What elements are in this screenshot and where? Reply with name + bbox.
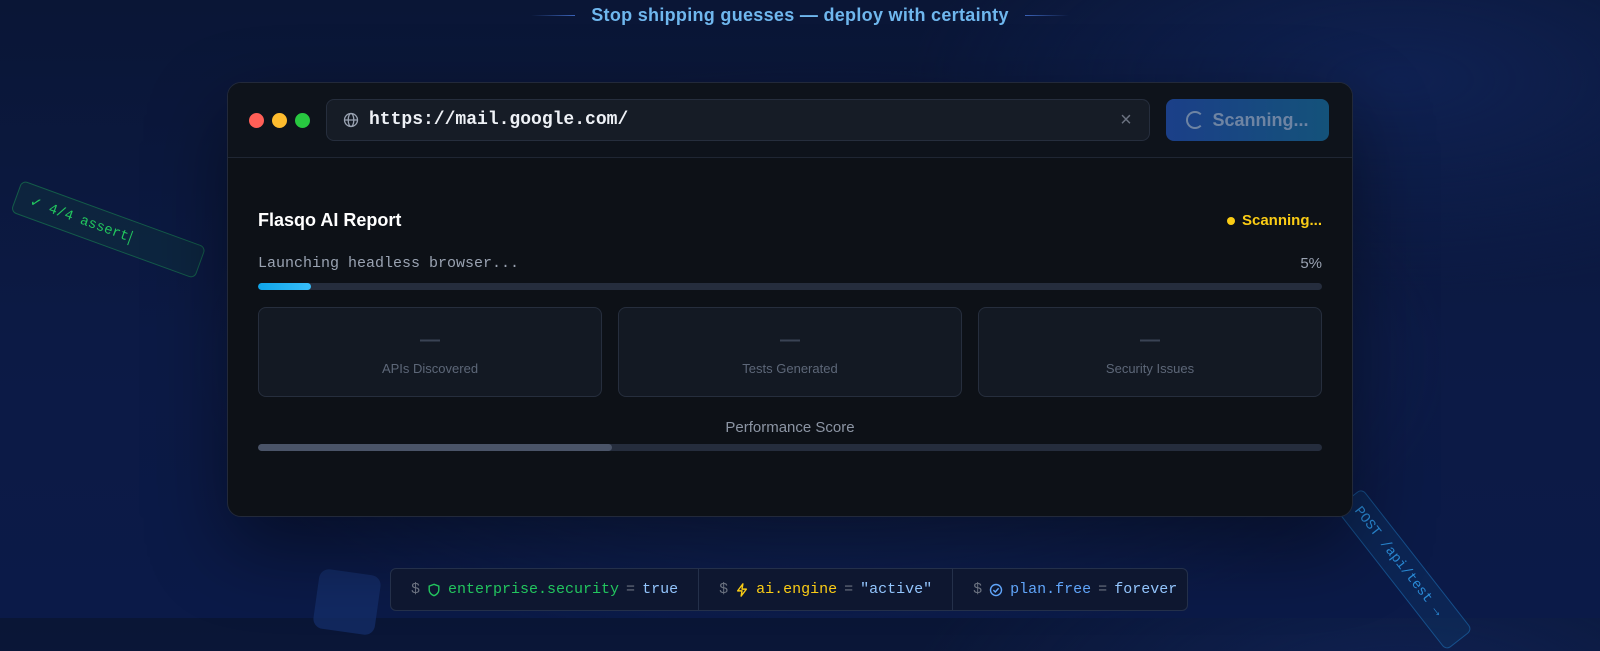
status-label: Scanning... <box>1241 212 1322 229</box>
url-input[interactable]: https://mail.google.com/ × <box>326 99 1150 141</box>
tagline-rule-right <box>1024 15 1069 16</box>
config-value: forever <box>1114 581 1178 598</box>
check-circle-icon <box>989 583 1003 596</box>
progress-message: Launching headless browser... <box>258 255 520 272</box>
lightning-icon <box>737 582 748 597</box>
stat-label: Security Issues <box>1105 360 1195 376</box>
status-badge: Scanning... <box>1226 212 1322 229</box>
clear-url-icon[interactable]: × <box>1117 110 1135 130</box>
assert-chip: ✓ 4/4 assert <box>10 180 207 279</box>
scan-button-label: Scanning... <box>1212 109 1309 130</box>
equals-sign: = <box>1098 581 1108 598</box>
report-panel: Flasqo AI Report Scanning... Launching h… <box>228 210 1352 451</box>
shield-icon <box>428 583 440 596</box>
api-test-chip-label: POST /api/test → <box>1350 503 1446 620</box>
spinner-icon <box>1186 111 1205 129</box>
config-key: enterprise.security <box>448 581 620 598</box>
performance-score-label: Performance Score <box>725 419 855 436</box>
progress-info: Launching headless browser... 5% <box>258 255 1322 272</box>
window-controls <box>249 112 310 128</box>
stats-row: — APIs Discovered — Tests Generated — Se… <box>258 307 1322 397</box>
progress-percent: 5% <box>1300 255 1322 272</box>
stat-card-security: — Security Issues <box>978 307 1322 397</box>
config-key: plan.free <box>1010 581 1092 598</box>
config-item-plan: $ plan.free = forever <box>952 569 1197 610</box>
window-titlebar: https://mail.google.com/ × Scanning... <box>228 83 1352 158</box>
config-item-ai-engine: $ ai.engine = "active" <box>698 569 952 610</box>
scanner-window: https://mail.google.com/ × Scanning... F… <box>227 82 1353 517</box>
equals-sign: = <box>626 581 636 598</box>
config-bar: $ enterprise.security = true $ ai.engine… <box>390 568 1188 611</box>
config-value: true <box>642 581 679 598</box>
tagline-text: Stop shipping guesses — deploy with cert… <box>591 5 1009 25</box>
stat-value: — <box>420 328 440 351</box>
assert-chip-label: ✓ 4/4 assert <box>27 194 131 245</box>
equals-sign: = <box>844 581 854 598</box>
report-header: Flasqo AI Report Scanning... <box>258 210 1322 231</box>
prompt-symbol: $ <box>973 581 983 598</box>
stat-value: — <box>1140 328 1160 351</box>
prompt-symbol: $ <box>411 581 421 598</box>
config-value: "active" <box>860 581 933 598</box>
config-item-security: $ enterprise.security = true <box>391 569 698 610</box>
progress-bar <box>258 283 1322 290</box>
performance-bar <box>258 444 1322 451</box>
tagline-rule-left <box>531 15 576 16</box>
globe-icon <box>343 112 359 128</box>
url-text[interactable]: https://mail.google.com/ <box>369 110 1117 130</box>
stat-label: Tests Generated <box>742 360 838 376</box>
minimize-window-button[interactable] <box>272 112 287 128</box>
api-test-chip: POST /api/test → <box>1335 488 1473 651</box>
stat-value: — <box>780 328 800 351</box>
stat-card-tests: — Tests Generated <box>618 307 962 397</box>
close-window-button[interactable] <box>249 112 264 128</box>
prompt-symbol: $ <box>719 581 729 598</box>
maximize-window-button[interactable] <box>295 112 310 128</box>
status-dot-icon <box>1226 216 1235 225</box>
config-key: ai.engine <box>756 581 838 598</box>
stat-label: APIs Discovered <box>381 360 479 376</box>
report-title: Flasqo AI Report <box>258 210 402 230</box>
tagline-row: Stop shipping guesses — deploy with cert… <box>0 5 1600 26</box>
performance-bar-fill <box>258 444 613 451</box>
progress-bar-fill <box>258 283 312 290</box>
decorative-block <box>312 567 382 637</box>
stat-card-apis: — APIs Discovered <box>258 307 602 397</box>
scan-button[interactable]: Scanning... <box>1166 99 1329 141</box>
